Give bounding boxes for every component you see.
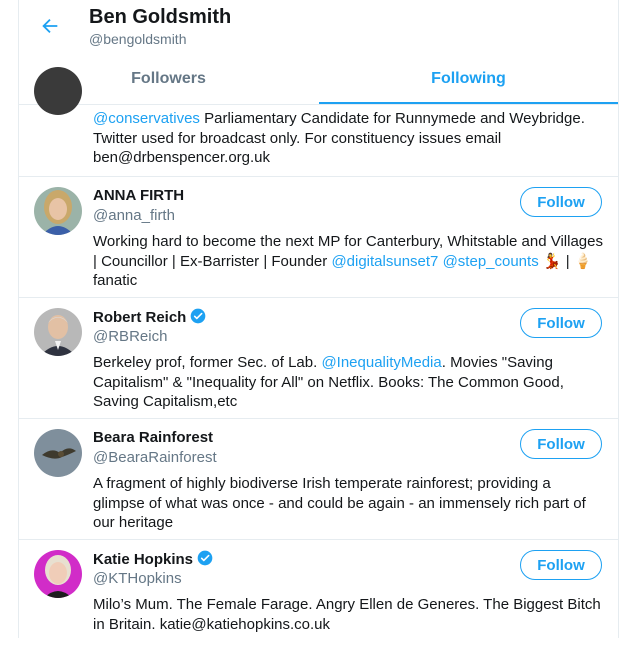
user-handle[interactable]: @anna_firth xyxy=(93,207,175,224)
user-name[interactable]: Beara Rainforest xyxy=(93,429,213,446)
user-cell[interactable]: @conservatives Parliamentary Candidate f… xyxy=(19,67,618,177)
avatar[interactable] xyxy=(34,308,82,356)
avatar[interactable] xyxy=(34,187,82,235)
user-name[interactable]: Robert Reich xyxy=(93,308,206,326)
user-name[interactable]: ANNA FIRTH xyxy=(93,187,184,204)
tab-following-label: Following xyxy=(431,70,506,87)
user-name-text: Robert Reich xyxy=(93,309,187,326)
avatar-image xyxy=(34,187,82,235)
back-arrow-icon[interactable] xyxy=(39,15,61,37)
bio-text: A fragment of highly biodiverse Irish te… xyxy=(93,475,586,531)
follow-button[interactable]: Follow xyxy=(520,308,602,338)
avatar-image xyxy=(34,550,82,598)
bio-mention-link[interactable]: @conservatives xyxy=(93,110,200,127)
user-name[interactable]: Katie Hopkins xyxy=(93,550,213,568)
verified-badge-icon xyxy=(191,308,206,324)
profile-handle: @bengoldsmith xyxy=(89,31,187,47)
profile-header: Ben Goldsmith @bengoldsmith xyxy=(19,0,618,60)
follow-button[interactable]: Follow xyxy=(520,187,602,217)
user-cell[interactable]: Katie Hopkins @KTHopkins Follow Milo’s M… xyxy=(19,540,618,660)
tab-bar: Followers Following xyxy=(19,60,618,105)
verified-badge-icon xyxy=(197,550,213,566)
bio-text: Berkeley prof, former Sec. of Lab. xyxy=(93,354,322,371)
bio-mention-link[interactable]: @InequalityMedia xyxy=(321,354,441,371)
follow-button[interactable]: Follow xyxy=(520,429,602,459)
avatar-image xyxy=(34,308,82,356)
user-cell[interactable]: ANNA FIRTH @anna_firth Follow Working ha… xyxy=(19,177,618,298)
user-bio: A fragment of highly biodiverse Irish te… xyxy=(93,474,603,533)
avatar[interactable] xyxy=(34,67,82,115)
following-panel: Ben Goldsmith @bengoldsmith Followers Fo… xyxy=(18,0,619,638)
user-name-text: Katie Hopkins xyxy=(93,551,194,568)
bio-mention-link[interactable]: @step_counts xyxy=(443,253,539,270)
follow-button[interactable]: Follow xyxy=(520,550,602,580)
tab-following[interactable]: Following xyxy=(319,60,618,104)
user-bio: @conservatives Parliamentary Candidate f… xyxy=(93,109,603,168)
bio-mention-link[interactable]: @digitalsunset7 xyxy=(331,253,438,270)
user-handle[interactable]: @RBReich xyxy=(93,328,167,345)
user-handle[interactable]: @KTHopkins xyxy=(93,570,182,587)
user-bio: Berkeley prof, former Sec. of Lab. @Ineq… xyxy=(93,353,603,412)
avatar[interactable] xyxy=(34,550,82,598)
user-bio: Milo’s Mum. The Female Farage. Angry Ell… xyxy=(93,595,603,634)
bio-text: Milo’s Mum. The Female Farage. Angry Ell… xyxy=(93,596,601,633)
profile-name: Ben Goldsmith xyxy=(89,6,232,28)
user-handle[interactable]: @BearaRainforest xyxy=(93,449,217,466)
active-tab-indicator xyxy=(319,102,618,104)
avatar[interactable] xyxy=(34,429,82,477)
user-cell[interactable]: Robert Reich @RBReich Follow Berkeley pr… xyxy=(19,298,618,419)
user-bio: Working hard to become the next MP for C… xyxy=(93,232,603,291)
avatar-image xyxy=(34,429,82,477)
user-cell[interactable]: Beara Rainforest @BearaRainforest Follow… xyxy=(19,419,618,540)
